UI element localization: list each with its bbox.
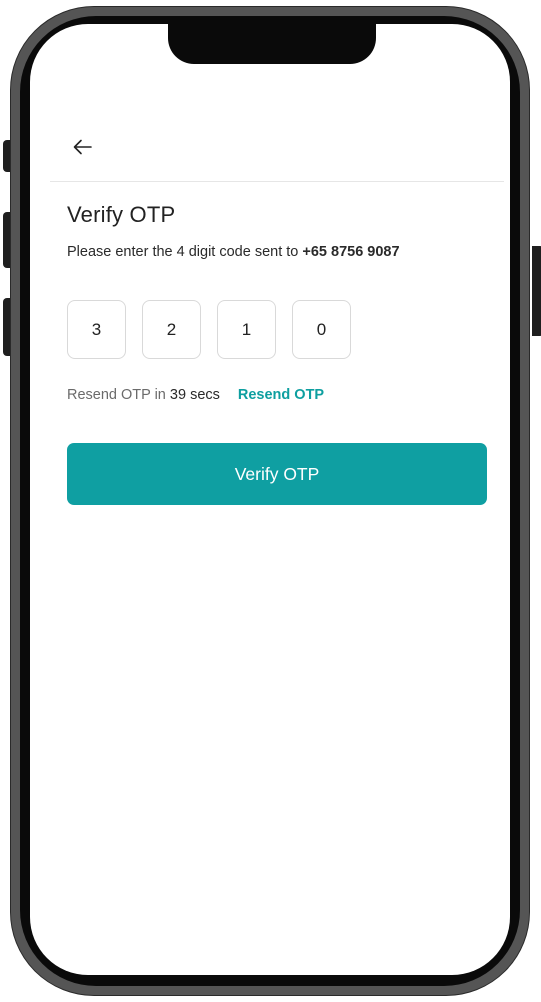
phone-screen: Verify OTP Please enter the 4 digit code… (30, 24, 510, 975)
arrow-left-icon (73, 139, 92, 155)
phone-notch (168, 24, 376, 64)
resend-otp-link[interactable]: Resend OTP (238, 387, 324, 403)
resend-row: Resend OTP in 39 secs Resend OTP (67, 387, 324, 403)
resend-countdown: 39 secs (169, 387, 220, 403)
phone-number: +65 8756 9087 (302, 244, 400, 260)
back-button[interactable] (68, 132, 98, 162)
otp-digit-2[interactable]: 2 (142, 300, 201, 359)
otp-digit-1[interactable]: 3 (67, 300, 126, 359)
otp-instruction: Please enter the 4 digit code sent to +6… (67, 244, 400, 260)
header-divider (50, 181, 504, 182)
otp-input-group: 3 2 1 0 (67, 300, 351, 359)
verify-otp-button[interactable]: Verify OTP (67, 443, 487, 505)
phone-power-button (532, 246, 541, 336)
resend-timer-label: Resend OTP in (67, 387, 166, 403)
page-title: Verify OTP (67, 202, 176, 227)
otp-digit-3[interactable]: 1 (217, 300, 276, 359)
otp-instruction-text: Please enter the 4 digit code sent to (67, 244, 299, 260)
otp-digit-4[interactable]: 0 (292, 300, 351, 359)
